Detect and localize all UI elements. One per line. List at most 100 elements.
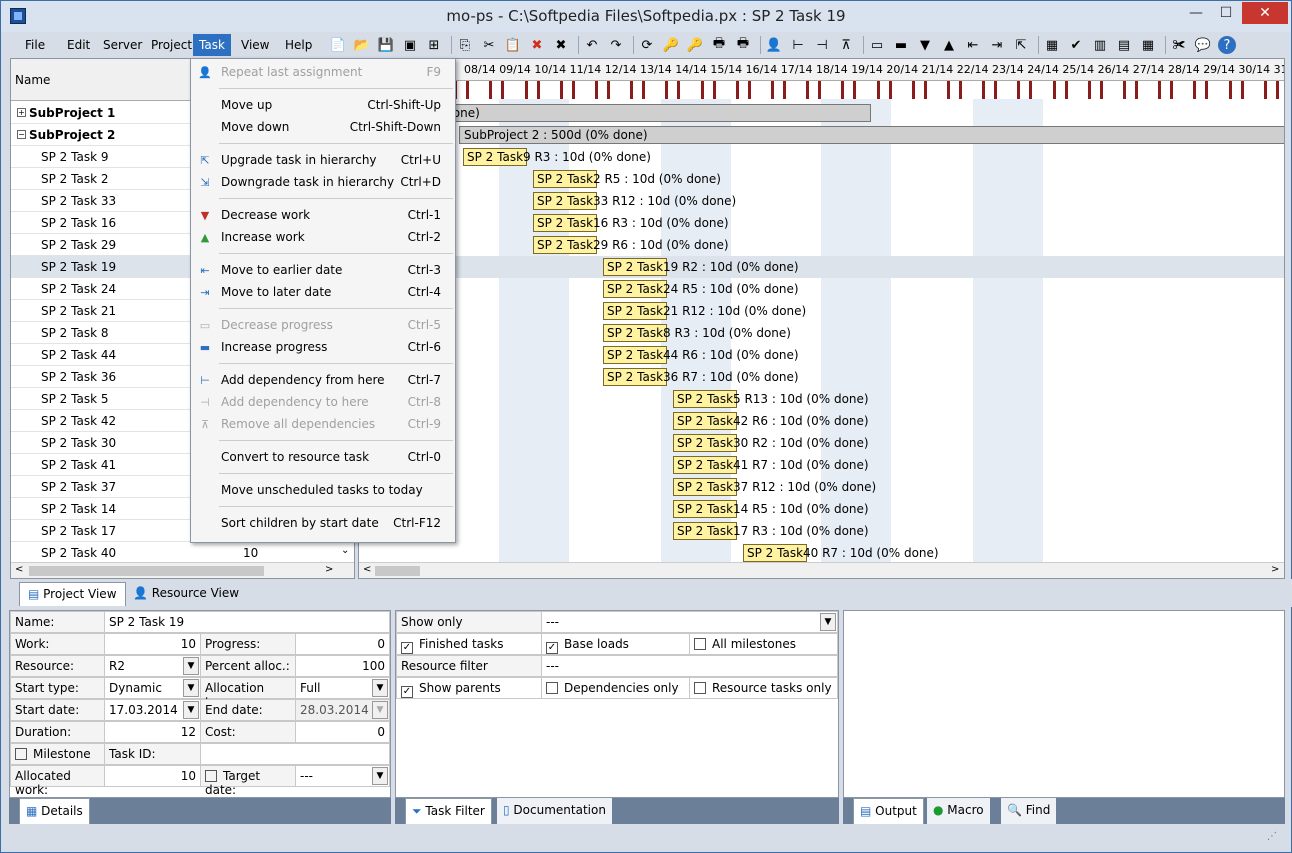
all-milestones-checkbox[interactable]: All milestones [689,633,838,655]
scroll-left-icon[interactable]: < [363,564,371,575]
allocation-type-select[interactable]: Full ▼ [295,677,390,699]
menu-file[interactable]: File [19,34,51,56]
key2-icon[interactable]: 🔑 [686,36,704,54]
progress-field[interactable]: 0 [295,633,390,655]
show-parents-checkbox[interactable]: ✓ Show parents [396,677,542,699]
open-icon[interactable]: 📂 [353,36,371,54]
task-bar[interactable]: SP 2 Task [673,390,738,408]
menu-help[interactable]: Help [279,34,318,56]
scroll-thumb[interactable] [29,566,264,576]
task-bar[interactable]: SP 2 Task [533,214,598,232]
resize-grip-icon[interactable]: ⋰ [1267,831,1283,847]
menu-item-move-to-earlier-date[interactable]: ⇤ Move to earlier date Ctrl-3 [191,259,455,281]
calendar-icon[interactable]: ▤ [1115,36,1133,54]
chevron-down-icon[interactable]: ▼ [820,613,836,631]
milestone-checkbox[interactable]: Milestone [10,743,105,765]
chevron-down-icon[interactable]: ▼ [372,767,388,785]
duration-field[interactable]: 12 [104,721,201,743]
dependency-to-icon[interactable]: ⊣ [813,36,831,54]
increase-work-icon[interactable]: ▲ [940,36,958,54]
menu-item-increase-work[interactable]: ▲ Increase work Ctrl-2 [191,226,455,248]
scroll-right-icon[interactable]: > [325,564,333,575]
chevron-down-icon[interactable]: ▼ [183,679,199,697]
scroll-left-icon[interactable]: < [15,564,23,575]
tab-details[interactable]: ▦ Details [19,798,90,824]
menu-edit[interactable]: Edit [61,34,96,56]
percent-alloc-field[interactable]: 100 [295,655,390,677]
dependency-icon[interactable]: ⊢ [789,36,807,54]
chevron-down-icon[interactable]: ▼ [372,679,388,697]
menu-item-add-dependency-from-here[interactable]: ⊢ Add dependency from here Ctrl-7 [191,369,455,391]
name-field[interactable]: SP 2 Task 19 [104,611,390,633]
collapse-icon[interactable]: − [17,130,26,139]
task-bar[interactable]: SP 2 Task [603,258,668,276]
expand-icon[interactable]: + [17,108,26,117]
user-icon[interactable]: 👤 [765,36,783,54]
hierarchy-icon[interactable]: ⊞ [425,36,443,54]
task-bar[interactable]: SP 2 Task [673,456,738,474]
upgrade-icon[interactable]: ⇱ [1012,36,1030,54]
refresh-icon[interactable]: ⟳ [638,36,656,54]
save-icon[interactable]: 💾 [377,36,395,54]
base-loads-checkbox[interactable]: ✓ Base loads [541,633,690,655]
menu-item-convert-to-resource-task[interactable]: Convert to resource task Ctrl-0 [191,446,455,468]
scroll-thumb[interactable] [375,566,420,576]
menu-item-move-unscheduled-tasks-to-today[interactable]: Move unscheduled tasks to today [191,479,455,501]
maximize-button[interactable]: ☐ [1211,2,1241,24]
grid-header-name[interactable]: Name [11,59,211,101]
task-bar[interactable]: SP 2 Task [533,236,598,254]
earlier-date-icon[interactable]: ⇤ [964,36,982,54]
menu-item-move-down[interactable]: Move down Ctrl-Shift-Down [191,116,455,138]
target-date-select[interactable]: --- ▼ [295,765,390,787]
tab-project-view[interactable]: ▤ Project View [19,582,126,606]
start-date-picker[interactable]: 17.03.2014 ▼ [104,699,201,721]
task-bar[interactable]: SP 2 Task [743,544,808,562]
target-date-checkbox[interactable]: Target date: [200,765,296,797]
resource-tasks-only-checkbox[interactable]: Resource tasks only [689,677,838,699]
save-as-icon[interactable]: ▣ [401,36,419,54]
bar-chart-icon[interactable]: ▥ [1091,36,1109,54]
chat-icon[interactable]: 💬 [1194,36,1212,54]
key-icon[interactable]: 🔑 [662,36,680,54]
summary-bar[interactable]: SubProject 2 : 500d (0% done) [459,126,1284,144]
menu-item-downgrade-task-in-hierarchy[interactable]: ⇲ Downgrade task in hierarchy Ctrl+D [191,171,455,193]
decrease-progress-icon[interactable]: ▭ [868,36,886,54]
tab-documentation[interactable]: ▯ Documentation [497,798,612,824]
remove-dependencies-icon[interactable]: ⊼ [837,36,855,54]
task-bar[interactable]: SP 2 Task [603,280,668,298]
task-bar[interactable]: SP 2 Task [603,324,668,342]
menu-item-sort-children-by-start-date[interactable]: Sort children by start date Ctrl-F12 [191,512,455,534]
horizontal-scrollbar[interactable]: < > [11,562,354,578]
chevron-down-icon[interactable]: ▼ [183,701,199,719]
table-icon[interactable]: ▦ [1139,36,1157,54]
task-bar[interactable]: SP 2 Task [673,478,738,496]
calculator-icon[interactable]: ▦ [1043,36,1061,54]
tab-task-filter[interactable]: ⏷ Task Filter [405,798,492,824]
allocated-work-field[interactable]: 10 [104,765,201,787]
menu-item-increase-progress[interactable]: ▬ Increase progress Ctrl-6 [191,336,455,358]
print-preview-icon[interactable]: 🖶 [734,36,752,54]
task-bar[interactable]: SP 2 Task [603,368,668,386]
finished-tasks-checkbox[interactable]: ✓ Finished tasks [396,633,542,655]
task-bar[interactable]: SP 2 Task [603,302,668,320]
tab-output[interactable]: ▤ Output [853,798,924,824]
task-bar[interactable]: SP 2 Task [673,522,738,540]
task-bar[interactable]: SP 2 Task [463,148,528,166]
minimize-button[interactable]: — [1181,2,1211,24]
tab-find[interactable]: 🔍 Find [1001,798,1057,824]
task-bar[interactable]: SP 2 Task [673,434,738,452]
task-bar[interactable]: SP 2 Task [673,500,738,518]
menu-view[interactable]: View [235,34,275,56]
check-icon[interactable]: ✔ [1067,36,1085,54]
task-id-field[interactable] [200,743,390,765]
print-icon[interactable]: 🖶 [710,36,728,54]
new-file-icon[interactable]: 📄 [329,36,347,54]
tools-icon[interactable]: ✀ [1170,36,1188,54]
task-bar[interactable]: SP 2 Task [603,346,668,364]
help-icon[interactable]: ? [1218,36,1236,54]
menu-item-move-to-later-date[interactable]: ⇥ Move to later date Ctrl-4 [191,281,455,303]
task-bar[interactable]: SP 2 Task [673,412,738,430]
redo-icon[interactable]: ↷ [607,36,625,54]
menu-item-upgrade-task-in-hierarchy[interactable]: ⇱ Upgrade task in hierarchy Ctrl+U [191,149,455,171]
menu-server[interactable]: Server [97,34,148,56]
